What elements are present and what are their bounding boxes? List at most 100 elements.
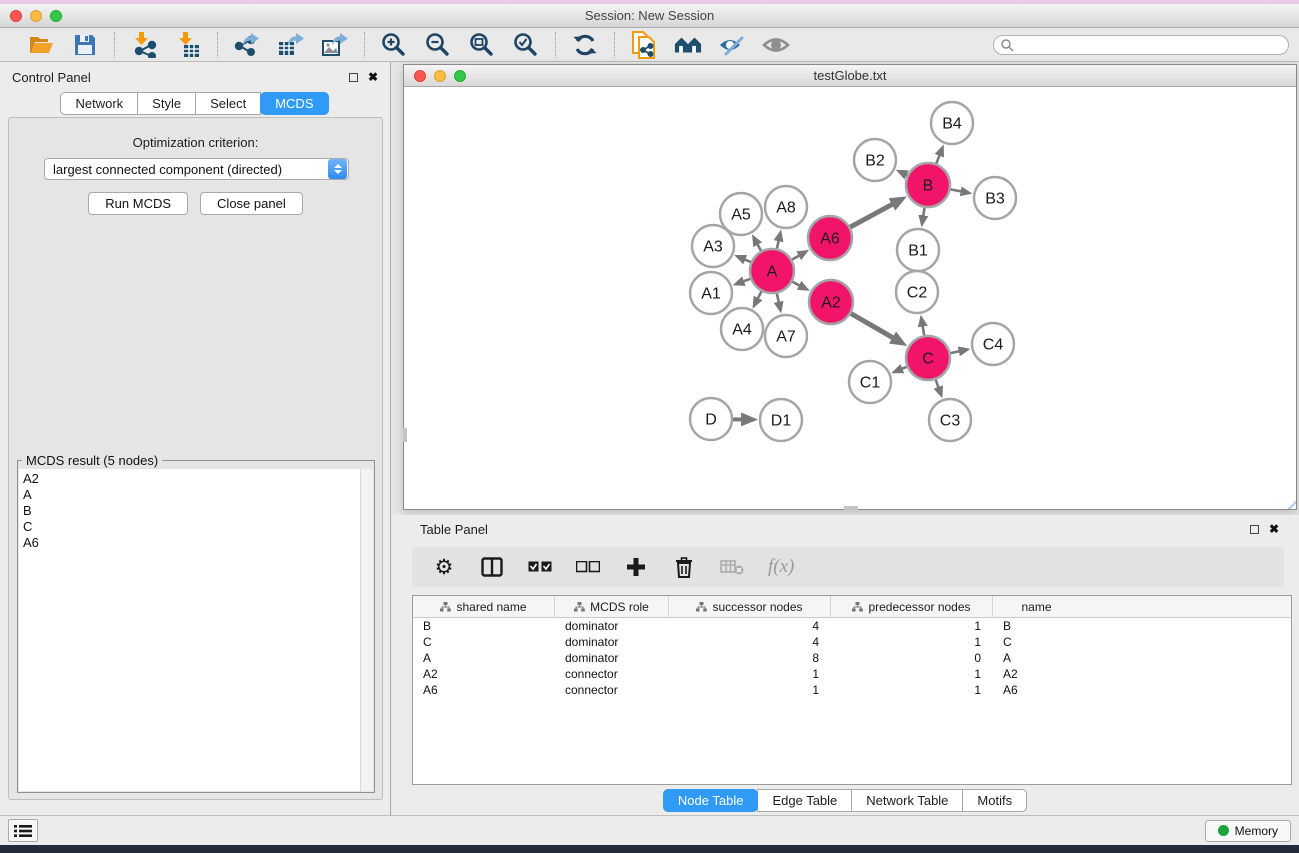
edge-C-C4[interactable] — [950, 351, 959, 353]
import-table-icon[interactable] — [174, 31, 202, 59]
float-table-panel-icon[interactable] — [1250, 525, 1259, 534]
close-panel-icon[interactable]: ✖ — [368, 71, 378, 83]
table-row[interactable]: Adominator80A — [413, 650, 1291, 666]
result-item[interactable]: A — [23, 487, 356, 503]
table-header-row[interactable]: shared nameMCDS rolesuccessor nodesprede… — [413, 596, 1291, 618]
table-tab-node-table[interactable]: Node Table — [663, 789, 759, 812]
tab-select[interactable]: Select — [195, 92, 261, 115]
result-item[interactable]: C — [23, 519, 356, 535]
control-panel-title: Control Panel — [12, 70, 91, 85]
column-header-shared-name[interactable]: shared name — [413, 596, 555, 618]
node-label-C4: C4 — [983, 337, 1004, 354]
table-cell-empty — [1080, 650, 1291, 666]
mcds-result-list[interactable]: A2ABCA6 — [19, 469, 360, 791]
edge-A-A2[interactable] — [792, 282, 800, 286]
edge-C-C2[interactable] — [923, 326, 925, 336]
zoom-in-icon[interactable] — [380, 31, 408, 59]
table-cell: 8 — [669, 650, 831, 666]
network-graph[interactable]: B4B2BB3A8A5A6A3B1AC2A1A2A4A7C4CC1C3DD1 — [404, 88, 1296, 509]
table-tab-motifs[interactable]: Motifs — [962, 789, 1027, 812]
refresh-layout-icon[interactable] — [571, 31, 599, 59]
table-tab-edge-table[interactable]: Edge Table — [757, 789, 852, 812]
delete-icon[interactable] — [672, 555, 696, 579]
table-row[interactable]: Cdominator41C — [413, 634, 1291, 650]
edge-A-A5[interactable] — [757, 244, 761, 251]
search-box[interactable] — [993, 35, 1289, 55]
open-session-icon[interactable] — [27, 31, 55, 59]
zoom-selected-icon[interactable] — [512, 31, 540, 59]
horizontal-scrollbar-thumb[interactable] — [844, 506, 858, 510]
first-neighbors-icon[interactable] — [674, 31, 702, 59]
show-all-icon[interactable] — [762, 31, 790, 59]
table-cell: dominator — [555, 650, 669, 666]
clone-network-icon[interactable] — [630, 31, 658, 59]
vertical-scrollbar-thumb[interactable] — [403, 428, 407, 442]
node-label-B4: B4 — [942, 116, 962, 133]
close-panel-button[interactable]: Close panel — [200, 192, 303, 215]
result-item[interactable]: A2 — [23, 471, 356, 487]
table-row[interactable]: A2connector11A2 — [413, 666, 1291, 682]
delete-table-icon — [720, 555, 744, 579]
task-history-button[interactable] — [8, 819, 38, 842]
tab-network[interactable]: Network — [60, 92, 138, 115]
table-cell: 1 — [831, 634, 993, 650]
node-label-B3: B3 — [985, 191, 1005, 208]
tab-mcds[interactable]: MCDS — [260, 92, 328, 115]
table-row[interactable]: A6connector11A6 — [413, 682, 1291, 698]
select-all-rows-icon[interactable] — [528, 555, 552, 579]
table-cell: A2 — [993, 666, 1080, 682]
edge-C-C1[interactable] — [901, 367, 906, 369]
search-input[interactable] — [1014, 38, 1264, 52]
edge-B-B4[interactable] — [936, 155, 939, 164]
export-table-icon[interactable] — [277, 31, 305, 59]
edge-A6-B[interactable] — [850, 204, 893, 227]
table-cell: dominator — [555, 618, 669, 634]
table-row[interactable]: Bdominator41B — [413, 618, 1291, 634]
add-column-icon[interactable] — [624, 555, 648, 579]
edge-A-A1[interactable] — [743, 279, 750, 282]
result-scrollbar[interactable] — [360, 469, 373, 791]
criterion-select[interactable]: largest connected component (directed) — [44, 158, 349, 180]
optimization-criterion-label: Optimization criterion: — [9, 135, 382, 150]
zoom-fit-icon[interactable] — [468, 31, 496, 59]
table-cell: connector — [555, 666, 669, 682]
deselect-all-rows-icon[interactable] — [576, 555, 600, 579]
edge-B-B1[interactable] — [923, 208, 924, 217]
run-mcds-button[interactable]: Run MCDS — [88, 192, 188, 215]
zoom-out-icon[interactable] — [424, 31, 452, 59]
edge-C-C3[interactable] — [936, 380, 939, 388]
save-session-icon[interactable] — [71, 31, 99, 59]
float-panel-icon[interactable] — [349, 73, 358, 82]
result-item[interactable]: B — [23, 503, 356, 519]
edge-A-A4[interactable] — [758, 291, 762, 298]
table-cell: A2 — [413, 666, 555, 682]
edge-A-A7[interactable] — [777, 293, 779, 302]
table-tab-network-table[interactable]: Network Table — [851, 789, 963, 812]
result-item[interactable]: A6 — [23, 535, 356, 551]
edge-B-B3[interactable] — [951, 189, 962, 191]
tab-style[interactable]: Style — [137, 92, 196, 115]
column-header-name[interactable]: name — [993, 596, 1080, 618]
hide-selected-icon[interactable] — [718, 31, 746, 59]
edge-A2-C[interactable] — [851, 313, 893, 338]
edge-A-A6[interactable] — [792, 255, 800, 259]
edge-A-A3[interactable] — [744, 259, 751, 262]
edge-A-A8[interactable] — [777, 240, 779, 248]
column-header-predecessor-nodes[interactable]: predecessor nodes — [831, 596, 993, 618]
export-network-icon[interactable] — [233, 31, 261, 59]
table-cell: B — [413, 618, 555, 634]
import-network-icon[interactable] — [130, 31, 158, 59]
desktop-background — [0, 845, 1299, 853]
resize-handle[interactable] — [1281, 494, 1296, 509]
network-window-title-bar[interactable]: testGlobe.txt — [404, 65, 1296, 87]
export-image-icon[interactable] — [321, 31, 349, 59]
close-table-panel-icon[interactable]: ✖ — [1269, 523, 1279, 535]
node-label-C1: C1 — [860, 375, 881, 392]
split-columns-icon[interactable] — [480, 555, 504, 579]
table-cell: A — [993, 650, 1080, 666]
gear-icon[interactable]: ⚙ — [432, 555, 456, 579]
table-cell: A — [413, 650, 555, 666]
memory-button[interactable]: Memory — [1205, 820, 1291, 842]
column-header-successor-nodes[interactable]: successor nodes — [669, 596, 831, 618]
column-header-MCDS-role[interactable]: MCDS role — [555, 596, 669, 618]
